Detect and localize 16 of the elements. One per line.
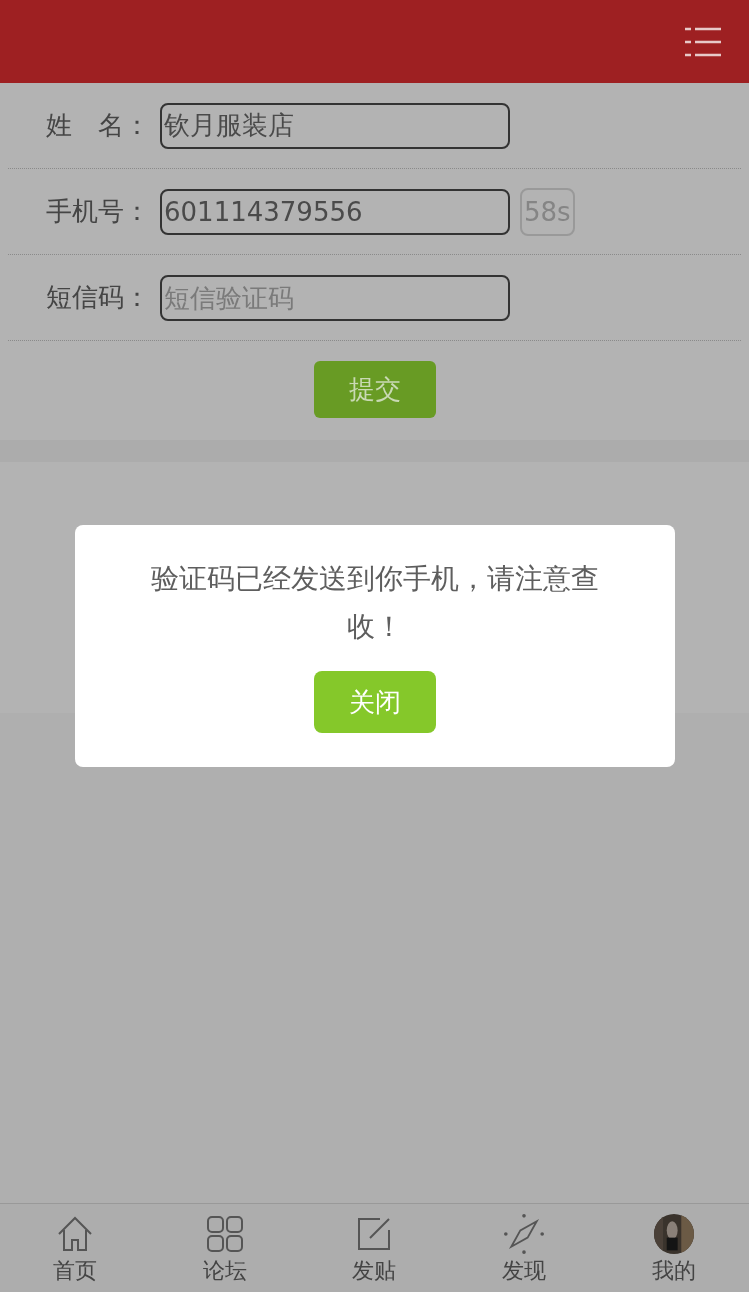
input-field[interactable]: 钦月服装店 — [160, 102, 510, 149]
field-label: 姓 名： — [45, 109, 150, 142]
tab-label[interactable]: 发现 — [502, 1256, 547, 1286]
dialog-message: 验证码已经发送到你手机，请注意查收！ — [149, 561, 600, 645]
input-field[interactable]: 601114379556 — [160, 188, 510, 235]
field-label: 短信码： — [45, 281, 150, 314]
submit-button[interactable]: 提交 — [313, 361, 436, 418]
tab-label[interactable]: 我的 — [652, 1256, 697, 1286]
tab-label[interactable]: 发贴 — [352, 1256, 397, 1286]
field-label: 手机号： — [45, 195, 150, 228]
grid-icon — [205, 1214, 244, 1254]
compass-icon — [502, 1214, 547, 1254]
tab-label[interactable]: 首页 — [52, 1256, 97, 1286]
menu-icon[interactable] — [685, 25, 721, 58]
tab-label[interactable]: 论坛 — [202, 1256, 247, 1286]
input-field[interactable]: 短信验证码 — [160, 274, 510, 321]
